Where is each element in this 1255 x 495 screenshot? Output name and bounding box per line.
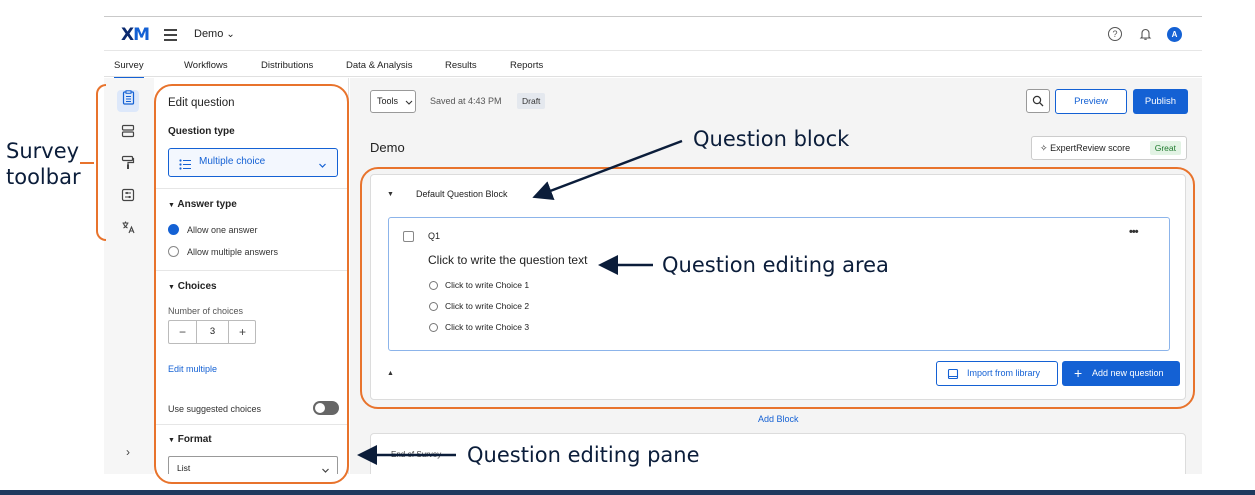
- slide-bottom-bar: [0, 490, 1255, 495]
- annotation-arrows: [357, 139, 683, 465]
- question-block-arrow: [532, 139, 683, 201]
